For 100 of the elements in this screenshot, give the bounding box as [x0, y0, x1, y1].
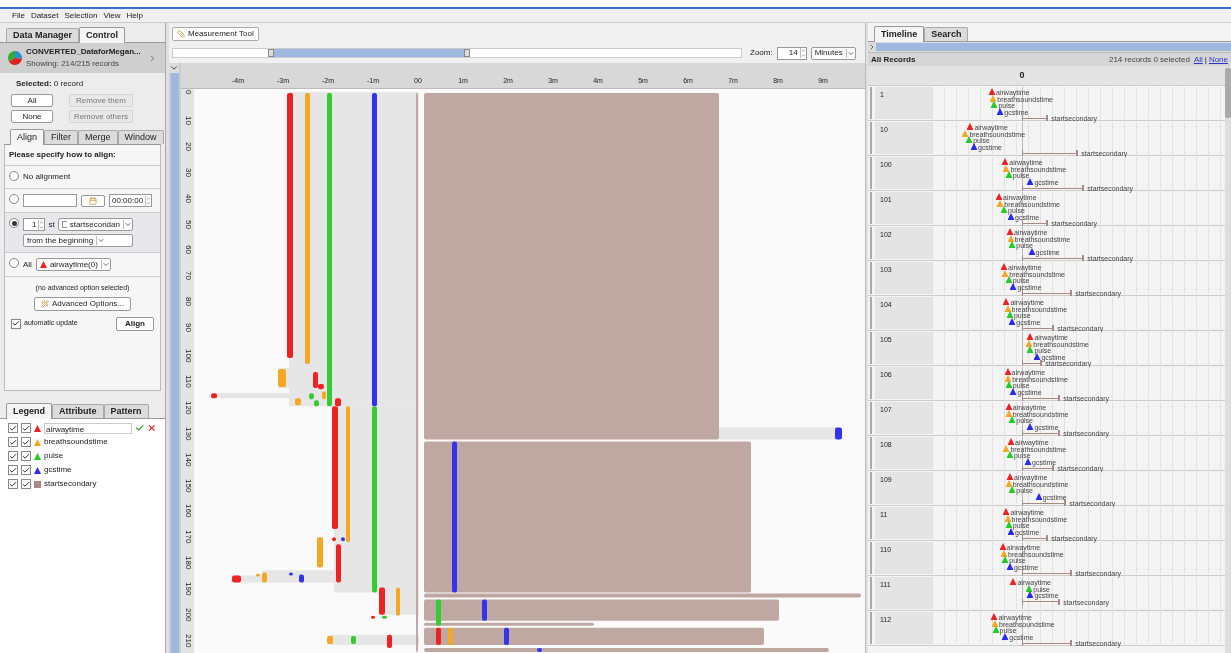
menu-item[interactable]: File — [12, 9, 25, 22]
tab[interactable]: Pattern — [103, 404, 149, 418]
count-spinner[interactable]: 1 — [23, 218, 46, 231]
tab[interactable]: Attribute — [52, 404, 104, 418]
axis-tick-label: 50 — [184, 219, 193, 229]
radio-button[interactable] — [9, 218, 19, 228]
event-dropdown[interactable]: airwaytime(0) — [35, 258, 111, 271]
scroll-right-icon[interactable] — [868, 43, 876, 51]
tab[interactable]: Legend — [6, 403, 52, 419]
option-label: No alignment — [23, 171, 71, 183]
align-button[interactable]: Align — [116, 316, 154, 331]
tab[interactable]: Timeline — [874, 26, 925, 42]
axis-tick-label: 90 — [184, 323, 193, 332]
wand-icon — [40, 299, 49, 308]
axis-tick-label: 20 — [184, 141, 193, 151]
chevron-right-icon — [148, 53, 157, 63]
menu-item[interactable]: View — [103, 9, 121, 22]
tab[interactable]: Window — [117, 130, 164, 144]
legend-label: breathsoundstime — [44, 436, 108, 448]
axis-tick-label: 30 — [184, 167, 193, 177]
tab[interactable]: Merge — [78, 130, 118, 144]
checkbox[interactable] — [21, 451, 31, 461]
zoom-spinner[interactable]: 14 — [776, 46, 807, 60]
radio-button[interactable] — [9, 258, 19, 268]
position-dropdown[interactable]: from the beginning — [23, 234, 133, 247]
interval-icon — [61, 221, 67, 228]
scrollbar-thumb[interactable] — [171, 73, 179, 653]
axis-tick-label: 0 — [184, 90, 193, 95]
selection-status: Selected: 0 record — [15, 78, 85, 90]
selection-button[interactable]: None — [11, 110, 53, 123]
caret-icon — [122, 220, 132, 229]
checkbox[interactable] — [8, 479, 18, 489]
tab[interactable]: Align — [10, 129, 44, 145]
checkbox[interactable] — [21, 465, 31, 475]
axis-tick-label: 150 — [184, 478, 193, 492]
radio-button[interactable] — [9, 194, 19, 204]
menu-item[interactable]: Selection — [64, 9, 98, 22]
close-icon[interactable] — [147, 423, 157, 433]
caret-icon — [845, 48, 855, 58]
tab[interactable]: Filter — [44, 130, 78, 144]
legend-label: gcstime — [44, 464, 72, 476]
unit-dropdown[interactable]: Minutes — [810, 46, 856, 60]
axis-tick-label: 120 — [184, 400, 193, 415]
select-none-link[interactable]: None — [1208, 53, 1228, 66]
axis-tick-label: 40 — [184, 193, 193, 203]
checkbox[interactable] — [8, 465, 18, 475]
tab[interactable]: Data Manager — [6, 28, 80, 42]
axis-tick-label: 190 — [184, 582, 193, 596]
checkbox[interactable] — [21, 479, 31, 489]
horizontal-scrollbar[interactable] — [172, 48, 742, 58]
dataset-name: CONVERTED_DataforMegan... — [26, 46, 142, 58]
axis-tick-label: 10 — [184, 115, 193, 125]
tab[interactable]: Control — [79, 27, 126, 43]
align-prompt: Please specify how to align: — [5, 145, 160, 166]
axis-tick-label: 60 — [184, 245, 193, 255]
measurement-tool-button[interactable]: Measurement Tool — [172, 27, 259, 41]
axis-tick-label: 140 — [184, 452, 193, 466]
ordinal-suffix: st — [48, 218, 55, 231]
checkbox[interactable] — [8, 451, 18, 461]
name-field[interactable]: airwaytime — [44, 422, 132, 434]
checkbox[interactable] — [8, 437, 18, 447]
triangle-icon — [39, 261, 47, 268]
checkbox[interactable] — [21, 437, 31, 447]
vertical-scrollbar[interactable] — [1225, 66, 1231, 653]
tab[interactable]: Search — [924, 27, 969, 41]
link-separator: | — [1204, 53, 1207, 66]
caret-icon — [96, 236, 106, 245]
checkbox[interactable] — [8, 423, 18, 433]
select-all-link[interactable]: All — [1193, 53, 1203, 66]
pie-chart-icon — [8, 51, 22, 65]
date-field[interactable] — [23, 194, 77, 207]
horizontal-scrollbar[interactable] — [868, 42, 1231, 53]
zoom-label: Zoom: — [750, 47, 773, 59]
axis-tick-label: 180 — [184, 556, 193, 570]
menu-item[interactable]: Help — [126, 9, 144, 22]
scroll-down-icon[interactable] — [169, 63, 179, 73]
record-count: Showing: 214/215 records — [26, 58, 120, 70]
menu-item[interactable]: Dataset — [30, 9, 59, 22]
selection-button[interactable]: All — [11, 94, 53, 107]
legend-label: pulse — [44, 450, 64, 462]
axis-tick-label: 160 — [184, 504, 193, 518]
axis-tick-label: 100 — [184, 349, 193, 363]
confirm-icon[interactable] — [134, 423, 145, 433]
checkbox[interactable] — [21, 423, 31, 433]
axis-tick-label: 70 — [184, 271, 193, 281]
records-summary: 214 records 0 selected — [1108, 53, 1190, 66]
calendar-button[interactable] — [81, 194, 105, 207]
axis-tick-label: 210 — [184, 633, 193, 648]
legend-label: startsecondary — [44, 478, 97, 490]
dataset-card[interactable]: CONVERTED_DataforMegan... Showing: 214/215 records — [0, 43, 165, 73]
option-label: All — [23, 258, 32, 271]
checkbox[interactable] — [11, 318, 21, 329]
axis-tick-label: 130 — [184, 426, 193, 441]
time-spinner[interactable]: 00:00:00 — [109, 194, 153, 207]
event-dropdown[interactable]: startsecondan — [57, 218, 133, 231]
axis-tick-label: 110 — [184, 374, 193, 388]
advanced-options-button[interactable]: Advanced Options... — [33, 296, 131, 311]
axis-tick-label: 200 — [184, 608, 193, 622]
radio-button[interactable] — [9, 171, 19, 181]
ruler-icon — [177, 30, 185, 38]
